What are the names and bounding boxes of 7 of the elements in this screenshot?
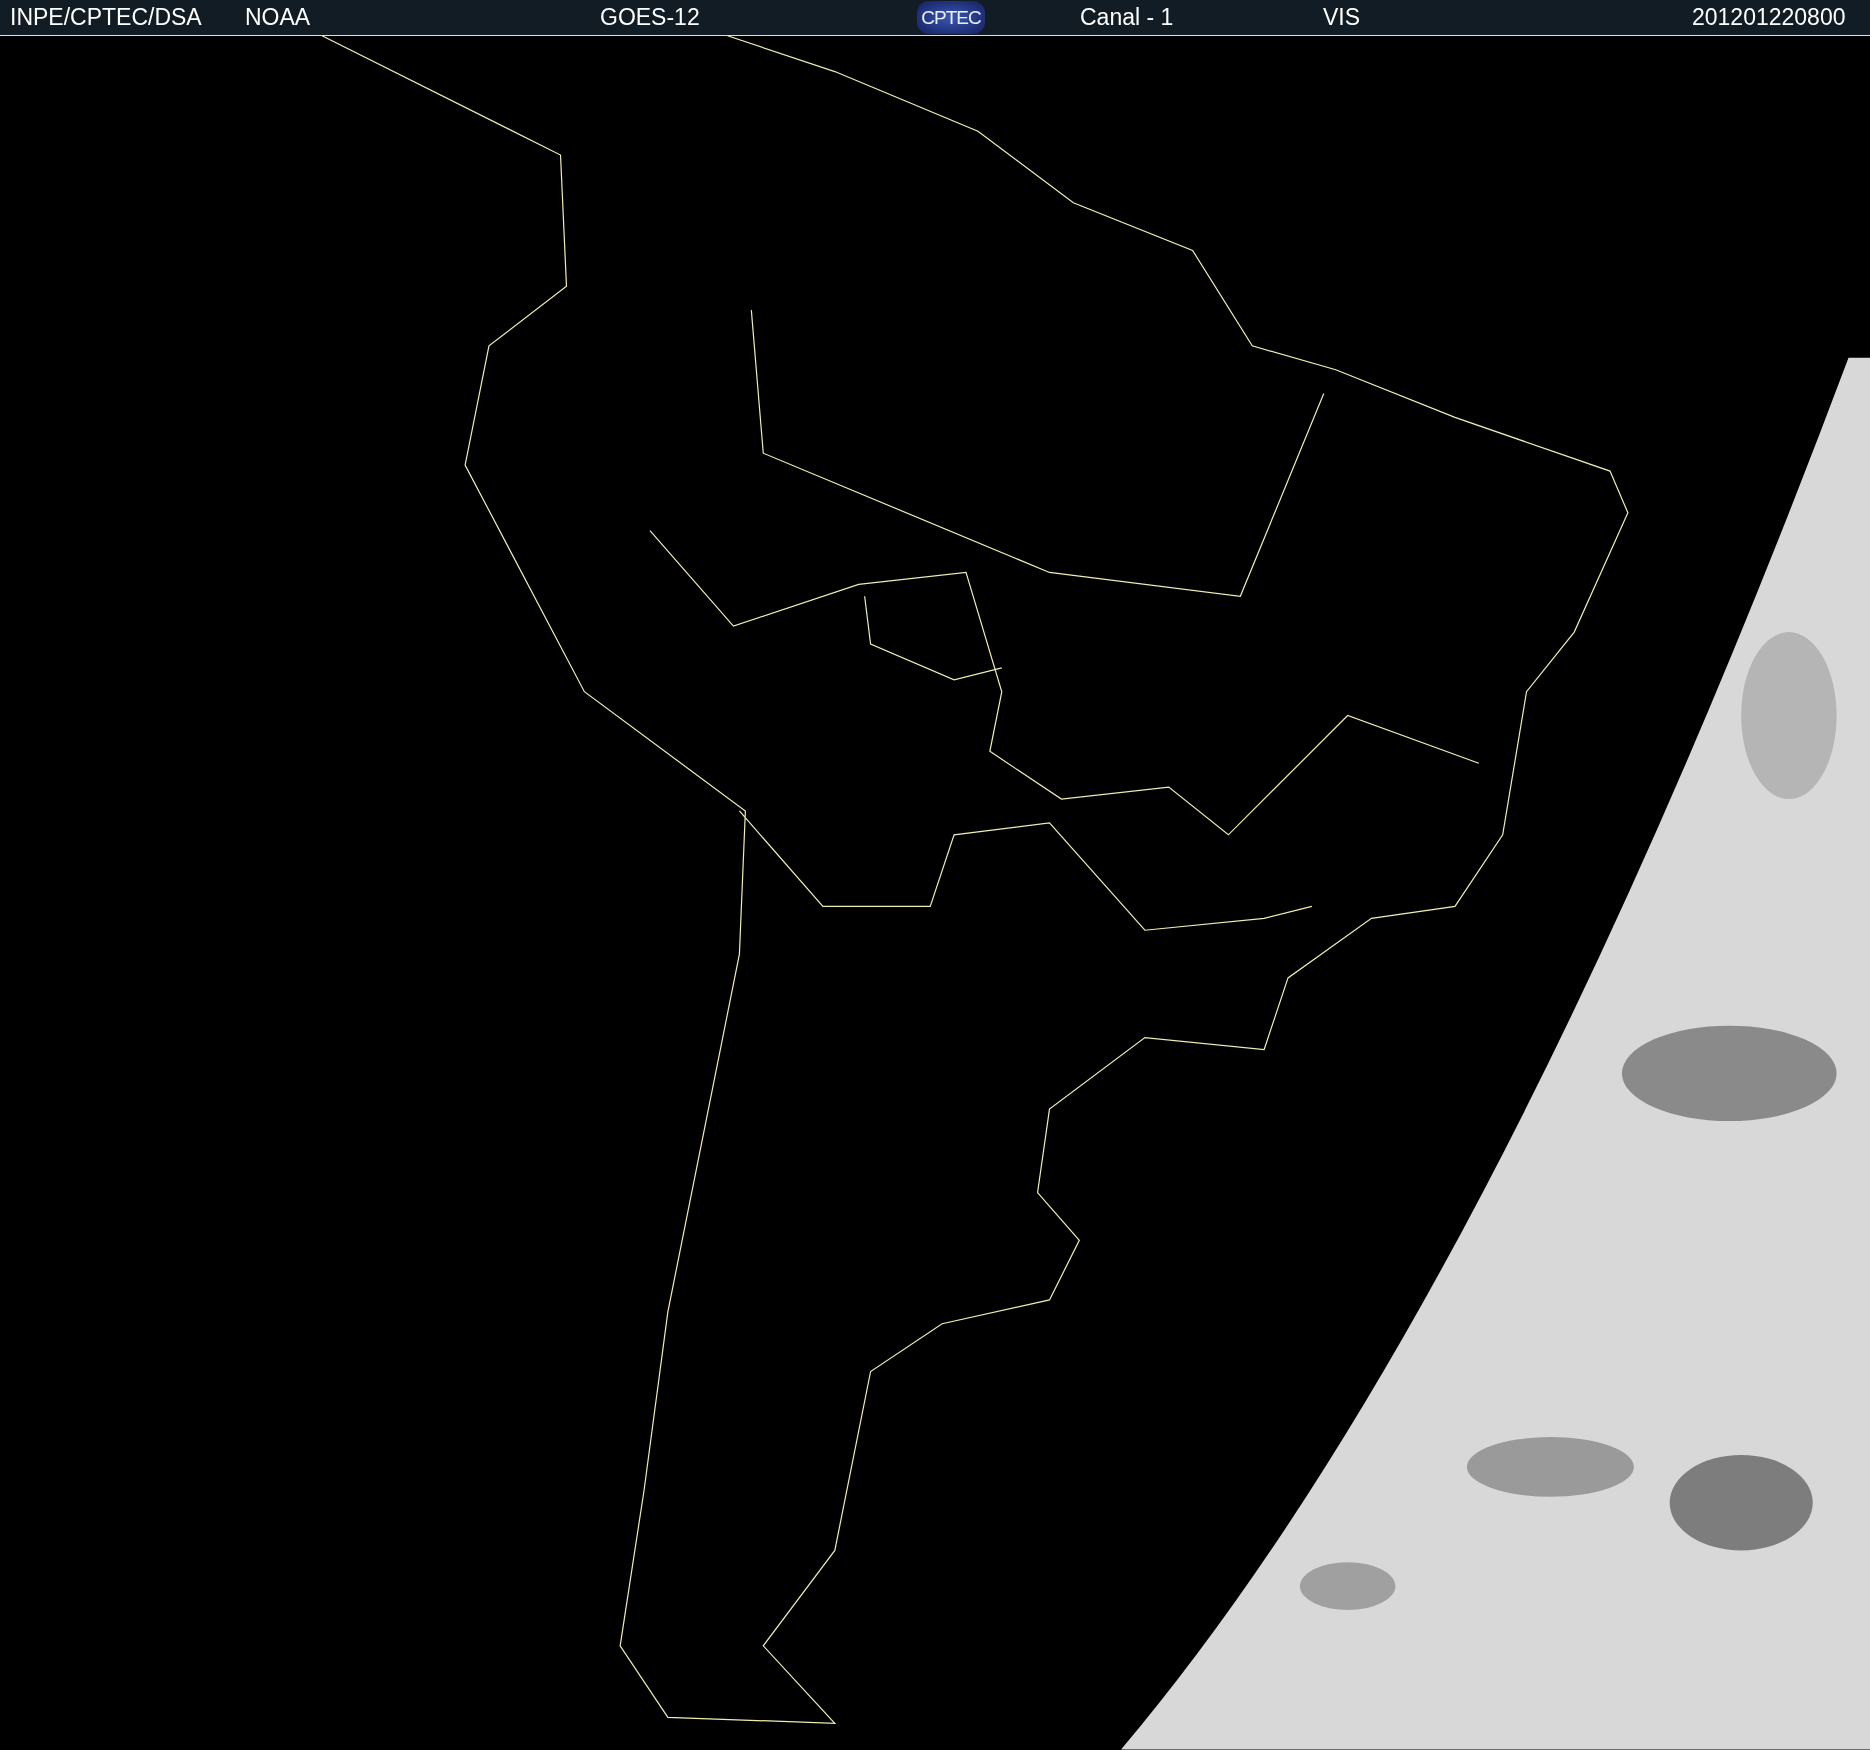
channel-label: Canal - 1	[1080, 4, 1175, 31]
source-label: NOAA	[245, 4, 312, 31]
timestamp-label: 201201220800	[1692, 4, 1846, 31]
satellite-label: GOES-12	[600, 4, 701, 31]
logo: CPTEC	[917, 1, 985, 34]
agency-label: INPE/CPTEC/DSA	[10, 4, 203, 31]
band-label: VIS	[1323, 4, 1362, 31]
